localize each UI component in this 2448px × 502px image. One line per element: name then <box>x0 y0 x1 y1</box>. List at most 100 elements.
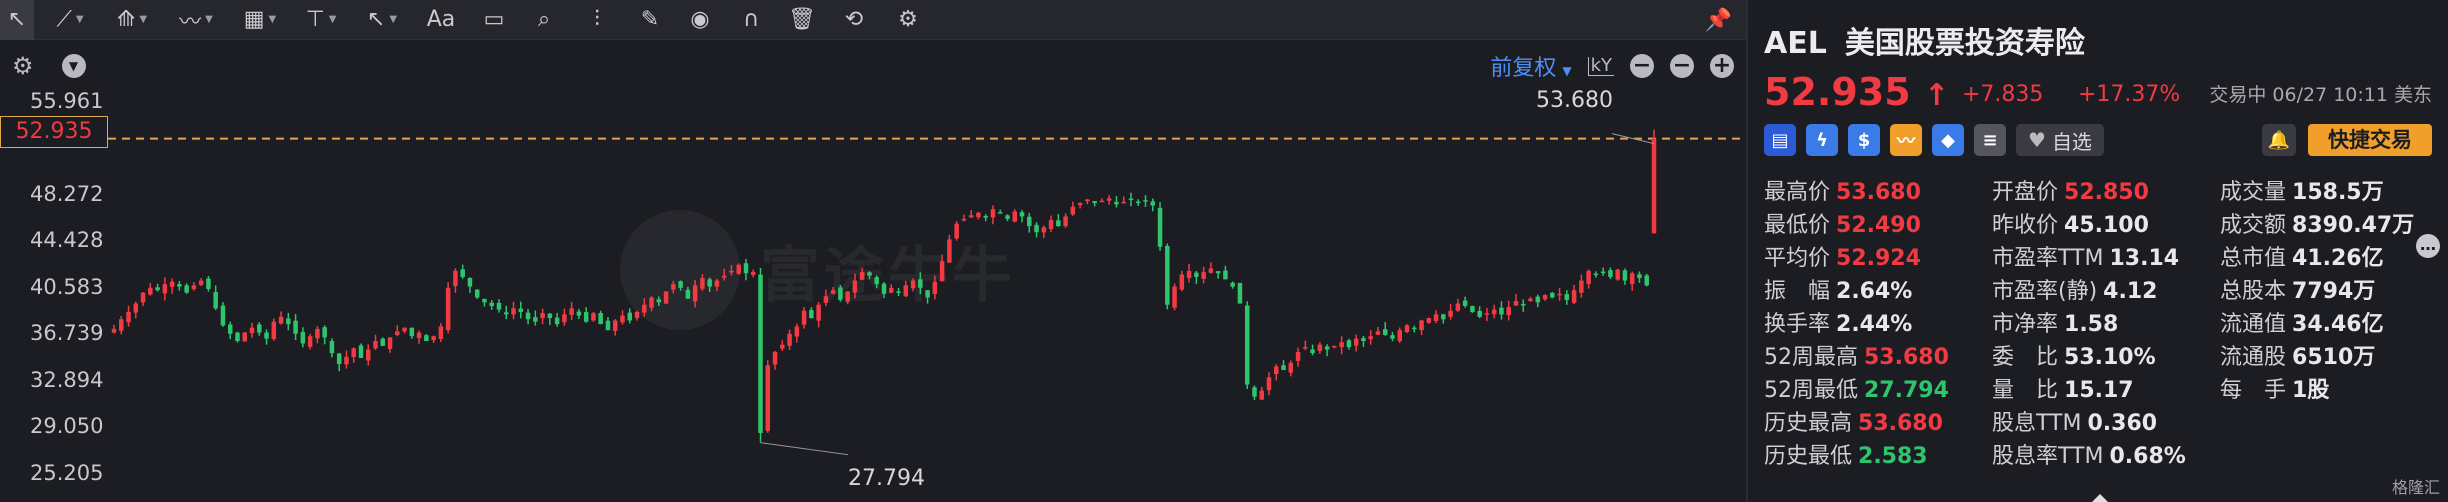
scroll-indicator-icon[interactable] <box>2092 494 2108 502</box>
candle-body <box>758 274 763 433</box>
tag-badge[interactable]: ◆ <box>1932 124 1964 156</box>
more-icon[interactable]: … <box>2416 234 2440 258</box>
channel-tool[interactable]: ⟰ ▼ <box>106 0 158 40</box>
candle-body <box>1150 201 1156 206</box>
dollar-icon: $ <box>1857 129 1871 151</box>
stat-label: 量 比 <box>1992 378 2059 403</box>
stat-value: 52.924 <box>1836 246 1921 271</box>
visibility-tool[interactable]: ◉ <box>680 0 720 40</box>
candle-body <box>1441 314 1446 320</box>
stat-item: 换手率 2.44% <box>1764 306 1912 338</box>
candle-body <box>583 312 589 322</box>
watchlist-button[interactable]: ♥ 自选 <box>2016 124 2104 156</box>
candle-body <box>1513 301 1519 306</box>
candle-body <box>1165 246 1170 305</box>
cursor-tool[interactable]: ↖ <box>0 0 34 40</box>
measure-tool[interactable]: ⊤ ▼ <box>296 0 346 40</box>
y-tick-label: 32.894 <box>30 368 104 392</box>
stat-value: 52.490 <box>1836 213 1921 238</box>
candle-body <box>1404 325 1410 332</box>
pin-button[interactable]: 📌 <box>1705 0 1732 40</box>
sync-tool[interactable]: ⟲ <box>832 0 876 40</box>
comment-tool[interactable]: ▭ <box>474 0 514 40</box>
candle-body <box>736 264 741 274</box>
candle-body <box>1433 314 1439 321</box>
candle-body <box>184 285 189 293</box>
candle-body <box>1499 307 1504 315</box>
zoom-out-icon[interactable]: − <box>1670 54 1694 78</box>
alert-bell-button[interactable]: 🔔 <box>2262 124 2296 156</box>
chevron-down-icon: ▼ <box>328 14 337 25</box>
candle-body <box>1281 365 1286 371</box>
candle-body <box>409 327 415 337</box>
stat-item: 52周最低 27.794 <box>1764 372 1949 404</box>
quick-trade-button[interactable]: 快捷交易 <box>2308 124 2432 156</box>
log-scale-icon[interactable]: kY <box>1587 56 1614 76</box>
candle-body <box>1368 336 1373 340</box>
pin-icon: 📌 <box>1704 7 1732 33</box>
chart-collapse-icon[interactable]: ▼ <box>61 54 86 78</box>
wave-tool[interactable]: 〰 ▼ <box>168 0 224 40</box>
candle-body <box>1237 282 1243 304</box>
candle-body <box>315 328 320 339</box>
stat-value: 2.64% <box>1836 279 1913 304</box>
fib-tool[interactable]: ▦ ▼ <box>234 0 286 40</box>
stat-value: 1股 <box>2292 378 2330 403</box>
lightning-badge[interactable]: ϟ <box>1806 124 1838 156</box>
stat-item: 52周最高 53.680 <box>1764 339 1949 371</box>
indicator-tool[interactable]: ⫶ <box>574 0 620 40</box>
candle-body <box>714 280 720 287</box>
doc-badge[interactable]: ≡ <box>1974 124 2006 156</box>
line-tool[interactable]: ⟋ ▼ <box>44 0 96 40</box>
arrow-tool[interactable]: ↖ ▼ <box>356 0 408 40</box>
drawing-toolbar: ↖ ⟋ ▼ ⟰ ▼ 〰 ▼ ▦ ▼ ⊤ ▼ ↖ ▼ Aa ▭ ⌕ ⫶ ✎ ◉ ∩ 🗑 ⟲ ⚙ 📌 <box>0 0 1746 40</box>
candle-body <box>1382 329 1388 335</box>
up-arrow-icon: ↑ <box>1924 78 1950 113</box>
candle-body <box>620 315 625 323</box>
settings-tool[interactable]: ⚙ <box>886 0 930 40</box>
candle-body <box>1201 272 1206 279</box>
stat-value: 53.680 <box>1858 411 1943 436</box>
candle-body <box>1426 318 1432 323</box>
candle-body <box>198 280 204 286</box>
trend-badge[interactable]: 〰 <box>1890 124 1922 156</box>
stat-item: 市盈率TTM 13.14 <box>1992 240 2179 272</box>
delete-tool[interactable]: 🗑 <box>782 0 822 40</box>
candle-body <box>896 291 901 293</box>
stat-value: 7794万 <box>2292 279 2376 304</box>
collapse-minus-icon[interactable]: − <box>1630 54 1654 78</box>
y-tick-label: 36.739 <box>30 321 104 346</box>
candle-body <box>1324 346 1330 350</box>
price-change: +7.835 <box>1962 82 2044 107</box>
candlestick-chart[interactable] <box>0 84 1746 502</box>
candle-body <box>1303 347 1308 349</box>
quote-panel: AEL 美国股票投资寿险 52.935 ↑ +7.835 +17.37% 交易中 … <box>1746 0 2448 502</box>
magnet-tool[interactable]: ∩ <box>730 0 772 40</box>
us-flag-badge[interactable]: ▤ <box>1764 124 1796 156</box>
text-tool[interactable]: Aa <box>418 0 464 40</box>
candle-body <box>1259 390 1264 400</box>
candle-body <box>1135 201 1141 204</box>
chart-settings-icon[interactable]: ⚙ <box>12 52 34 80</box>
zoom-in-icon[interactable]: + <box>1710 54 1734 78</box>
adjust-dropdown[interactable]: 前复权 ▼ <box>1490 50 1571 82</box>
candle-body <box>1528 298 1533 302</box>
stat-label: 每 手 <box>2220 378 2287 403</box>
candle-body <box>772 351 778 365</box>
stat-label: 振 幅 <box>1764 279 1831 304</box>
brush-tool[interactable]: ✎ <box>630 0 670 40</box>
text-icon: Aa <box>426 7 456 32</box>
candle-body <box>816 304 821 321</box>
candle-body <box>235 332 240 342</box>
candle-body <box>140 292 146 303</box>
candle-body <box>1375 331 1381 335</box>
zoom-tool[interactable]: ⌕ <box>524 0 564 40</box>
stat-item: 市净率 1.58 <box>1992 306 2118 338</box>
chart-pane[interactable]: ↖ ⟋ ▼ ⟰ ▼ 〰 ▼ ▦ ▼ ⊤ ▼ ↖ ▼ Aa ▭ ⌕ ⫶ ✎ ◉ ∩ 🗑 ⟲ ⚙ 📌 ⚙ ▼ 前复权 ▼ kY − … <box>0 0 1746 502</box>
candle-body <box>416 332 422 339</box>
candle-body <box>801 310 807 325</box>
candle-body <box>1012 211 1018 222</box>
stat-value: 8390.47万 <box>2292 213 2415 238</box>
candle-body <box>1593 273 1599 276</box>
dollar-badge[interactable]: $ <box>1848 124 1880 156</box>
